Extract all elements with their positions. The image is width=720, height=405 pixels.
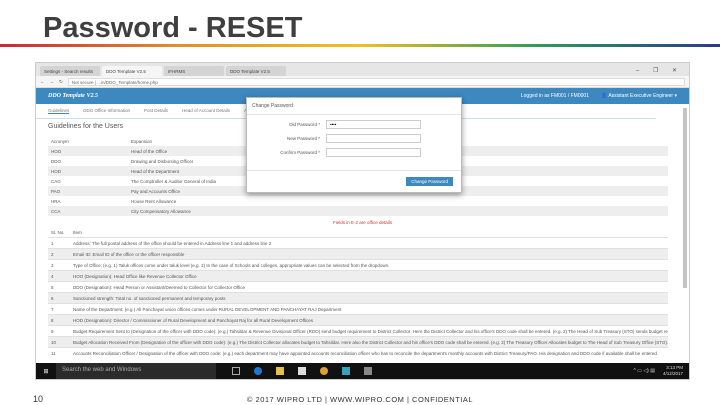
address-bar-row: ← → ↻ Not secure | ...in/DDO_Template/ho… bbox=[36, 76, 689, 88]
list-item: 11 Accounts Reconciliation Officer / Desi… bbox=[48, 347, 668, 358]
list-item: 3 Type of Office: (e.g. 1) Taluk offices … bbox=[48, 259, 668, 271]
item-text: Name of the Department: (e.g.) All Panch… bbox=[70, 303, 668, 315]
dialog-title: Change Password bbox=[247, 98, 461, 115]
app-icon[interactable] bbox=[342, 367, 350, 375]
browser-tab[interactable]: IFHRMS bbox=[164, 66, 224, 76]
item-text: Budget Requirement Sent to (Designation … bbox=[70, 325, 668, 337]
change-password-dialog: Change Password Old Password * New Passw… bbox=[246, 97, 462, 193]
browser-screenshot: Settings - Search results DDO Template V… bbox=[35, 62, 690, 380]
taskbar-clock[interactable]: 3:13 PM 4/12/2017 bbox=[663, 365, 689, 377]
item-number: 8 bbox=[48, 314, 70, 326]
nav-tab-guidelines[interactable]: Guidelines bbox=[48, 108, 70, 114]
change-password-button[interactable]: Change Password bbox=[406, 177, 453, 186]
note-text: Fields in E-2 are office details bbox=[333, 220, 392, 225]
user-menu[interactable]: 👤 Assistant Executive Engineer ▾ bbox=[601, 93, 677, 99]
item-text: Accounts Reconciliation Officer / Design… bbox=[70, 347, 668, 358]
browser-tabs: Settings - Search results DDO Template V… bbox=[36, 63, 689, 76]
item-text: Type of Office: (e.g. 1) Taluk offices c… bbox=[70, 259, 668, 271]
item-text: Address: The full postal address of the … bbox=[70, 237, 668, 249]
item-number: 4 bbox=[48, 270, 70, 282]
store-icon[interactable] bbox=[298, 367, 306, 375]
back-icon[interactable]: ← bbox=[40, 79, 45, 84]
forward-icon[interactable]: → bbox=[50, 79, 55, 84]
list-item: 10 Budget Allocation Received From (Desig… bbox=[48, 336, 668, 348]
column-header: Item bbox=[73, 229, 82, 235]
item-number: 2 bbox=[48, 248, 70, 260]
confirm-password-label: Confirm Password * bbox=[280, 150, 320, 155]
old-password-label: Old Password * bbox=[288, 122, 320, 127]
nav-tab-head-of-account[interactable]: Head of Account Details bbox=[182, 108, 230, 114]
new-password-label: New Password * bbox=[286, 136, 320, 141]
scrollbar[interactable] bbox=[683, 108, 687, 288]
list-item: 6 Sanctioned strength: Total no. of sanct… bbox=[48, 292, 668, 304]
system-tray[interactable]: ^ ▭ ◁) ▤ bbox=[633, 368, 662, 374]
browser-tab-active[interactable]: DDO Template V2.5 bbox=[102, 66, 162, 76]
list-item: 7 Name of the Department: (e.g.) All Panc… bbox=[48, 303, 668, 315]
item-text: Sanctioned strength: Total no. of sancti… bbox=[70, 292, 668, 304]
app-brand[interactable]: DDO Template V2.5 bbox=[48, 93, 98, 99]
item-number: 11 bbox=[48, 347, 70, 358]
item-number: 6 bbox=[48, 292, 70, 304]
column-header: Acronym bbox=[51, 138, 69, 144]
browser-tab[interactable]: Settings - Search results bbox=[40, 66, 100, 76]
table-row: HRA House Rent Allowance bbox=[51, 198, 177, 204]
url-input[interactable]: Not secure | ...in/DDO_Template/home.php bbox=[67, 77, 685, 86]
slide-footer: © 2017 WIPRO LTD | WWW.WIPRO.COM | CONFI… bbox=[246, 395, 474, 404]
list-item: 9 Budget Requirement Sent to (Designation… bbox=[48, 325, 668, 337]
chrome-icon[interactable] bbox=[320, 367, 328, 375]
item-text: DDO (Designation): Head Person or Assist… bbox=[70, 281, 668, 293]
user-name: Assistant Executive Engineer bbox=[608, 93, 674, 99]
item-number: 7 bbox=[48, 303, 70, 315]
item-number: 9 bbox=[48, 325, 70, 337]
login-info: Logged in as FM001 / FM0001 bbox=[520, 93, 589, 99]
reload-icon[interactable]: ↻ bbox=[59, 79, 63, 85]
item-text: Email ID: Email ID of the office or the … bbox=[70, 248, 668, 260]
app-icon[interactable] bbox=[364, 367, 372, 375]
item-text: HOD (Designation): Director / Commission… bbox=[70, 314, 668, 326]
item-number: 5 bbox=[48, 281, 70, 293]
item-number: 10 bbox=[48, 336, 70, 348]
task-view-icon[interactable] bbox=[232, 367, 240, 375]
item-text: HOO (Designation): Head Office like Reve… bbox=[70, 270, 668, 282]
new-password-input[interactable] bbox=[326, 134, 421, 143]
browser-tab[interactable]: DDO Template V2.5 bbox=[226, 66, 286, 76]
list-item: 1 Address: The full postal address of the… bbox=[48, 237, 668, 249]
taskbar-search[interactable]: Search the web and Windows bbox=[56, 363, 216, 379]
list-item: 5 DDO (Designation): Head Person or Assis… bbox=[48, 281, 668, 293]
nav-tab-office-info[interactable]: DDO Office Information bbox=[83, 108, 130, 114]
list-item: 8 HOD (Designation): Director / Commissio… bbox=[48, 314, 668, 326]
edge-icon[interactable] bbox=[254, 367, 262, 375]
item-text: Budget Allocation Received From (Designa… bbox=[70, 336, 668, 348]
slide-title: Password - RESET bbox=[43, 12, 303, 44]
item-number: 1 bbox=[48, 237, 70, 249]
title-divider bbox=[0, 44, 720, 47]
windows-taskbar: ⊞ Search the web and Windows ^ ▭ ◁) ▤ 3:… bbox=[36, 363, 689, 379]
column-header: Sl. No. bbox=[51, 229, 65, 235]
list-item: 2 Email ID: Email ID of the office or the… bbox=[48, 248, 668, 260]
item-number: 3 bbox=[48, 259, 70, 271]
guidelines-table: Sl. No. Item 1 Address: The full postal ad… bbox=[48, 227, 668, 358]
confirm-password-input[interactable] bbox=[326, 148, 421, 157]
window-controls[interactable]: – ❐ ✕ bbox=[630, 67, 689, 76]
list-item: 4 HOO (Designation): Head Office like Rev… bbox=[48, 270, 668, 282]
old-password-input[interactable] bbox=[326, 120, 421, 129]
user-icon: 👤 bbox=[600, 93, 608, 99]
windows-start-icon[interactable]: ⊞ bbox=[36, 368, 56, 375]
table-row: CCA City Compensatory Allowance bbox=[48, 206, 668, 216]
file-explorer-icon[interactable] bbox=[276, 367, 284, 375]
nav-tab-post-details[interactable]: Post Details bbox=[144, 108, 168, 114]
